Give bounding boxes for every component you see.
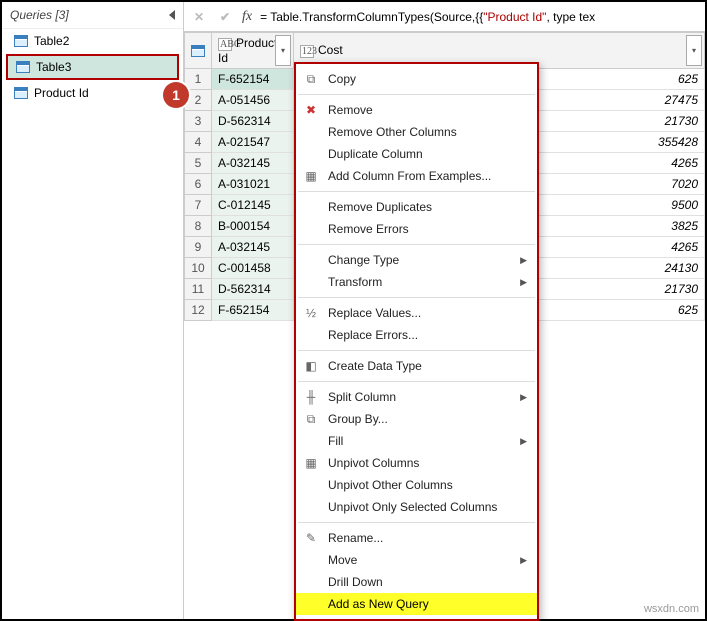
table-icon (191, 45, 205, 57)
row-number: 4 (185, 132, 212, 153)
menu-drill[interactable]: Drill Down (296, 571, 537, 593)
fx-icon[interactable]: fx (242, 9, 252, 25)
formula-post: , type tex (546, 10, 595, 24)
menu-move[interactable]: Move▶ (296, 549, 537, 571)
col-label: Cost (318, 43, 343, 57)
formula-pre: = Table.TransformColumnTypes(Source,{{ (260, 10, 483, 24)
menu-fill[interactable]: Fill▶ (296, 430, 537, 452)
submenu-arrow-icon: ▶ (520, 392, 527, 403)
menu-unpivot[interactable]: ▦Unpivot Columns (296, 452, 537, 474)
formula-bar: ✕ ✔ fx = Table.TransformColumnTypes(Sour… (184, 2, 705, 32)
menu-separator (298, 381, 535, 382)
cell-productid: F-652154 (212, 69, 294, 90)
row-number: 8 (185, 216, 212, 237)
add-column-icon: ▦ (302, 169, 320, 183)
column-menu-icon[interactable] (275, 35, 291, 66)
menu-remove-err[interactable]: Remove Errors (296, 218, 537, 240)
menu-separator (298, 350, 535, 351)
split-icon: ╫ (302, 390, 320, 404)
menu-separator (298, 297, 535, 298)
cell-productid: A-021547 (212, 132, 294, 153)
menu-group-by[interactable]: ⧉Group By... (296, 408, 537, 430)
menu-unpivot-other[interactable]: Unpivot Other Columns (296, 474, 537, 496)
menu-create-dt[interactable]: ◧Create Data Type (296, 355, 537, 377)
row-number: 11 (185, 279, 212, 300)
cancel-icon[interactable]: ✕ (190, 10, 208, 24)
group-icon: ⧉ (302, 412, 320, 427)
replace-icon: ½ (302, 306, 320, 320)
menu-separator (298, 191, 535, 192)
formula-str: "Product Id" (483, 10, 546, 24)
menu-copy[interactable]: ⧉Copy (296, 68, 537, 90)
menu-separator (298, 244, 535, 245)
row-number: 6 (185, 174, 212, 195)
rename-icon: ✎ (302, 531, 320, 545)
cell-productid: A-051456 (212, 90, 294, 111)
menu-unpivot-sel[interactable]: Unpivot Only Selected Columns (296, 496, 537, 518)
cell-productid: D-562314 (212, 279, 294, 300)
copy-icon: ⧉ (302, 72, 320, 87)
menu-transform[interactable]: Transform▶ (296, 271, 537, 293)
submenu-arrow-icon: ▶ (520, 255, 527, 266)
row-number: 10 (185, 258, 212, 279)
column-menu-icon[interactable] (686, 35, 702, 66)
column-context-menu: ⧉Copy ✖Remove Remove Other Columns Dupli… (294, 62, 539, 621)
menu-add-examples[interactable]: ▦Add Column From Examples... (296, 165, 537, 187)
queries-header-label: Queries [3] (10, 8, 69, 22)
cell-productid: A-031021 (212, 174, 294, 195)
query-label: Product Id (34, 86, 89, 100)
query-item-table3[interactable]: Table3 (6, 54, 179, 80)
unpivot-icon: ▦ (302, 456, 320, 470)
annotation-badge-1: 1 (163, 82, 189, 108)
menu-separator (298, 94, 535, 95)
accept-icon[interactable]: ✔ (216, 10, 234, 24)
menu-split-col[interactable]: ╫Split Column▶ (296, 386, 537, 408)
menu-change-type[interactable]: Change Type▶ (296, 249, 537, 271)
row-number: 1 (185, 69, 212, 90)
watermark: wsxdn.com (644, 603, 699, 615)
query-label: Table3 (36, 60, 71, 74)
type-number-icon: 123 (300, 45, 314, 58)
menu-add-as-new-query[interactable]: Add as New Query (296, 593, 537, 615)
menu-remove[interactable]: ✖Remove (296, 99, 537, 121)
cell-productid: A-032145 (212, 237, 294, 258)
table-icon (14, 35, 28, 47)
row-number: 9 (185, 237, 212, 258)
formula-input[interactable]: = Table.TransformColumnTypes(Source,{{"P… (260, 10, 699, 24)
submenu-arrow-icon: ▶ (520, 277, 527, 288)
table-icon (14, 87, 28, 99)
table-corner[interactable] (185, 33, 212, 69)
menu-replace-vals[interactable]: ½Replace Values... (296, 302, 537, 324)
menu-separator (298, 522, 535, 523)
menu-duplicate[interactable]: Duplicate Column (296, 143, 537, 165)
cell-productid: C-012145 (212, 195, 294, 216)
remove-icon: ✖ (302, 103, 320, 117)
collapse-icon[interactable] (169, 10, 175, 20)
queries-sidebar: Queries [3] Table2 Table3 Product Id (2, 2, 184, 619)
cell-productid: F-652154 (212, 300, 294, 321)
query-item-productid[interactable]: Product Id (6, 82, 179, 104)
query-item-table2[interactable]: Table2 (6, 30, 179, 52)
queries-header[interactable]: Queries [3] (2, 2, 183, 29)
row-number: 12 (185, 300, 212, 321)
menu-rename[interactable]: ✎Rename... (296, 527, 537, 549)
col-header-productid[interactable]: ABCProduct Id (212, 33, 294, 69)
row-number: 7 (185, 195, 212, 216)
cell-productid: C-001458 (212, 258, 294, 279)
datatype-icon: ◧ (302, 359, 320, 373)
submenu-arrow-icon: ▶ (520, 555, 527, 566)
cell-productid: D-562314 (212, 111, 294, 132)
type-text-icon: ABC (218, 38, 232, 51)
table-icon (16, 61, 30, 73)
cell-productid: A-032145 (212, 153, 294, 174)
query-label: Table2 (34, 34, 69, 48)
menu-replace-errs[interactable]: Replace Errors... (296, 324, 537, 346)
row-number: 5 (185, 153, 212, 174)
row-number: 3 (185, 111, 212, 132)
menu-remove-other[interactable]: Remove Other Columns (296, 121, 537, 143)
submenu-arrow-icon: ▶ (520, 436, 527, 447)
cell-productid: B-000154 (212, 216, 294, 237)
menu-remove-dup[interactable]: Remove Duplicates (296, 196, 537, 218)
